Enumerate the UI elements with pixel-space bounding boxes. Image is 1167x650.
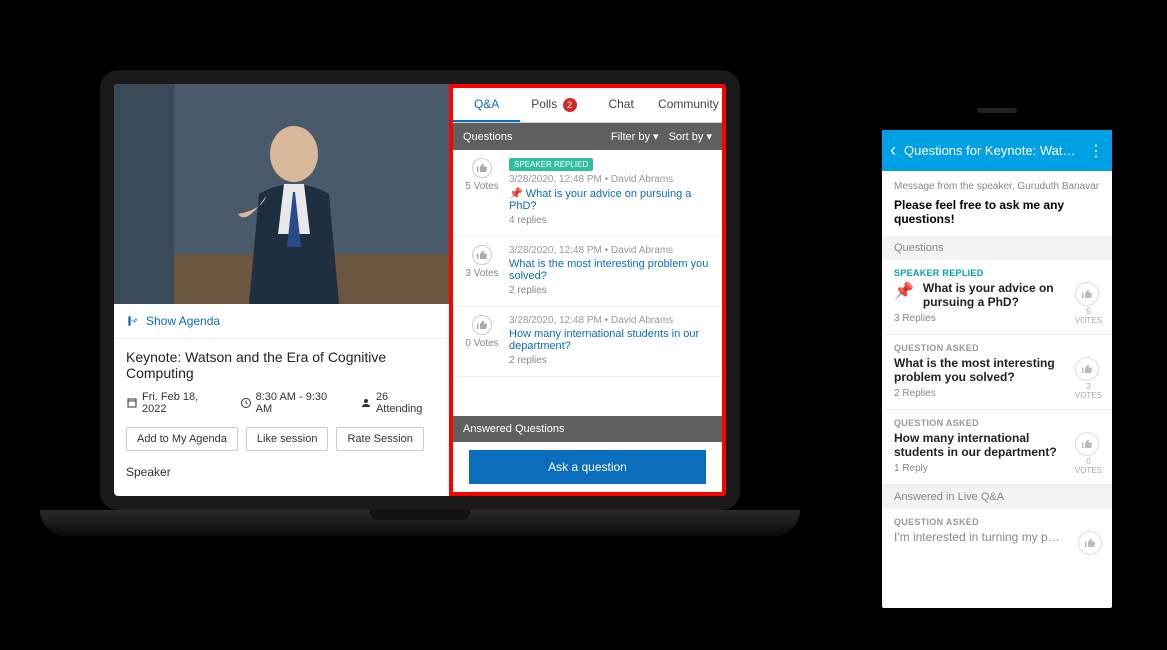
question-meta: 3/28/2020, 12:48 PM • David Abrams xyxy=(509,245,712,256)
phone-device: ‹ Questions for Keynote: Watson… ⋮ Messa… xyxy=(872,90,1122,620)
polls-badge: 2 xyxy=(563,98,577,112)
tab-qa[interactable]: Q&A xyxy=(453,88,520,122)
show-agenda-label: Show Agenda xyxy=(146,314,220,328)
question-tag: SPEAKER REPLIED xyxy=(894,268,1100,278)
question-text: How many international students in our d… xyxy=(894,431,1100,459)
mobile-question-item[interactable]: SPEAKER REPLIED 📌 What is your advice on … xyxy=(882,260,1112,335)
questions-section-header: Questions xyxy=(882,236,1112,260)
session-time: 8:30 AM - 9:30 AM xyxy=(240,391,346,415)
questions-header: Questions xyxy=(463,131,513,143)
add-to-agenda-button[interactable]: Add to My Agenda xyxy=(126,427,238,451)
thumb-up-icon xyxy=(1078,531,1102,555)
people-icon xyxy=(360,397,372,409)
answered-questions-header: Answered Questions xyxy=(453,416,722,442)
vote-widget[interactable]: 0 VOTES xyxy=(1075,432,1102,475)
laptop-device: Show Agenda Keynote: Watson and the Era … xyxy=(100,70,760,536)
vote-count: 0 Votes xyxy=(463,338,501,349)
ask-question-button[interactable]: Ask a question xyxy=(469,450,706,484)
question-item: 3 Votes 3/28/2020, 12:48 PM • David Abra… xyxy=(453,237,722,307)
thumb-up-icon xyxy=(476,319,488,331)
speaker-section-label: Speaker xyxy=(126,465,437,479)
upvote-button[interactable] xyxy=(472,315,492,335)
panel-tabs: Q&A Polls 2 Chat Community xyxy=(453,88,722,123)
message-text: Please feel free to ask me any questions… xyxy=(894,198,1100,226)
mobile-question-item[interactable]: QUESTION ASKED I'm interested in turning… xyxy=(882,509,1112,554)
questions-toolbar: Questions Filter by ▾ Sort by ▾ xyxy=(453,123,722,150)
mobile-header: ‹ Questions for Keynote: Watson… ⋮ xyxy=(882,130,1112,171)
question-replies: 2 Replies xyxy=(894,388,1100,399)
question-text: What is the most interesting problem you… xyxy=(894,356,1100,384)
tab-chat[interactable]: Chat xyxy=(588,88,655,122)
question-list: 5 Votes SPEAKER REPLIED 3/28/2020, 12:48… xyxy=(453,150,722,416)
question-link[interactable]: How many international students in our d… xyxy=(509,328,712,352)
question-tag: QUESTION ASKED xyxy=(894,418,1100,428)
tab-community[interactable]: Community xyxy=(655,88,722,122)
mobile-title: Questions for Keynote: Watson… xyxy=(904,143,1080,158)
more-menu-button[interactable]: ⋮ xyxy=(1088,141,1104,161)
thumb-up-icon xyxy=(476,162,488,174)
agenda-icon xyxy=(126,314,140,328)
upvote-button[interactable] xyxy=(472,245,492,265)
message-from: Message from the speaker, Guruduth Banav… xyxy=(894,181,1100,192)
rate-session-button[interactable]: Rate Session xyxy=(336,427,423,451)
speaker-replied-badge: SPEAKER REPLIED xyxy=(509,158,593,171)
question-tag: QUESTION ASKED xyxy=(894,517,1100,527)
back-button[interactable]: ‹ xyxy=(890,140,896,161)
session-title: Keynote: Watson and the Era of Cognitive… xyxy=(126,349,437,381)
question-meta: 3/28/2020, 12:48 PM • David Abrams xyxy=(509,174,712,185)
question-replies: 1 Reply xyxy=(894,463,1100,474)
sort-dropdown[interactable]: Sort by ▾ xyxy=(669,130,712,143)
thumb-up-icon xyxy=(1075,357,1099,381)
pin-icon: 📌 xyxy=(509,188,523,200)
question-replies: 4 replies xyxy=(509,215,712,226)
vote-widget[interactable] xyxy=(1078,531,1102,556)
speaker-video-still xyxy=(114,84,449,304)
mobile-question-item[interactable]: QUESTION ASKED What is the most interest… xyxy=(882,335,1112,410)
filter-dropdown[interactable]: Filter by ▾ xyxy=(611,130,659,143)
upvote-button[interactable] xyxy=(472,158,492,178)
pin-icon: 📌 xyxy=(894,281,914,301)
question-link[interactable]: What is your advice on pursuing a PhD? xyxy=(509,188,691,212)
mobile-question-item[interactable]: QUESTION ASKED How many international st… xyxy=(882,410,1112,485)
question-tag: QUESTION ASKED xyxy=(894,343,1100,353)
calendar-icon xyxy=(126,397,138,409)
vote-widget[interactable]: 5 VOTES xyxy=(1075,282,1102,325)
show-agenda-link[interactable]: Show Agenda xyxy=(114,304,449,339)
question-item: 0 Votes 3/28/2020, 12:48 PM • David Abra… xyxy=(453,307,722,377)
clock-icon xyxy=(240,397,252,409)
session-attending: 26 Attending xyxy=(360,391,437,415)
question-link[interactable]: What is the most interesting problem you… xyxy=(509,258,712,282)
laptop-screen: Show Agenda Keynote: Watson and the Era … xyxy=(100,70,740,510)
question-item: 5 Votes SPEAKER REPLIED 3/28/2020, 12:48… xyxy=(453,150,722,237)
question-replies: 2 replies xyxy=(509,355,712,366)
session-date: Fri. Feb 18, 2022 xyxy=(126,391,226,415)
thumb-up-icon xyxy=(1075,282,1099,306)
question-meta: 3/28/2020, 12:48 PM • David Abrams xyxy=(509,315,712,326)
answered-section-header: Answered in Live Q&A xyxy=(882,485,1112,509)
question-replies: 2 replies xyxy=(509,285,712,296)
session-detail-pane: Show Agenda Keynote: Watson and the Era … xyxy=(114,84,449,496)
thumb-up-icon xyxy=(476,249,488,261)
laptop-base xyxy=(40,510,800,536)
tab-polls[interactable]: Polls 2 xyxy=(520,88,587,122)
vote-widget[interactable]: 3 VOTES xyxy=(1075,357,1102,400)
speaker-message: Message from the speaker, Guruduth Banav… xyxy=(882,171,1112,236)
vote-count: 3 Votes xyxy=(463,268,501,279)
question-text: I'm interested in turning my p… xyxy=(894,530,1100,544)
question-text: What is your advice on pursuing a PhD? xyxy=(923,281,1100,309)
question-replies: 3 Replies xyxy=(894,313,1100,324)
like-session-button[interactable]: Like session xyxy=(246,427,329,451)
thumb-up-icon xyxy=(1075,432,1099,456)
vote-count: 5 Votes xyxy=(463,181,501,192)
qa-panel: Q&A Polls 2 Chat Community Questions Fil… xyxy=(449,84,726,496)
